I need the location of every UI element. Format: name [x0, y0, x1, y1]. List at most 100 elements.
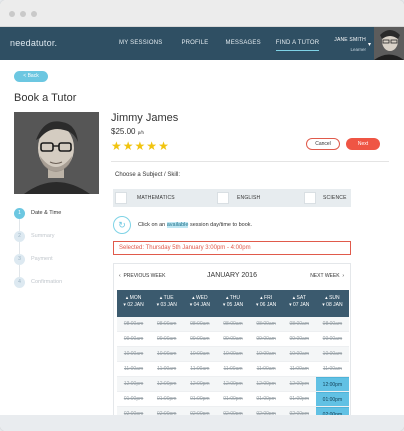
unavailable-time-slot: 09:00am — [123, 336, 144, 342]
nav-link-find-a-tutor[interactable]: FIND A TUTOR — [275, 27, 320, 60]
next-week-button[interactable]: NEXT WEEK › — [310, 273, 344, 279]
next-button[interactable]: Next — [346, 138, 380, 150]
calendar-time-row: 11:00am 11:00am 11:00am 11:00am 11:00am 11:00… — [117, 362, 349, 377]
star-icon: ★ — [158, 139, 169, 153]
nav-link-my-sessions[interactable]: MY SESSIONS — [119, 27, 162, 60]
nav-links: MY SESSIONS PROFILE MESSAGES FIND A TUTO… — [112, 27, 319, 60]
available-time-slot[interactable]: 01:00pm — [315, 392, 349, 406]
chevron-down-icon[interactable]: ▾ — [368, 41, 371, 48]
star-icon: ★ — [111, 139, 122, 153]
calendar-day-header: ▴ THU ▾ 05 JAN — [216, 290, 249, 317]
unavailable-time-slot: 12:00pm — [223, 381, 243, 387]
unavailable-time-slot: 12:00pm — [156, 381, 177, 387]
nav-link-messages[interactable]: MESSAGES — [226, 27, 261, 60]
calendar-day-name: ▴ SAT — [292, 295, 306, 301]
unavailable-time-slot: 09:00am — [289, 336, 309, 342]
selected-session: Selected: Thursday 5th January 3:00pm - … — [113, 241, 351, 255]
step-summary[interactable]: 2 Summary — [14, 231, 124, 243]
unavailable-time-slot: 08:00am — [156, 321, 177, 327]
next-week-label: NEXT WEEK — [310, 273, 340, 279]
step-connector — [19, 265, 20, 277]
session-calendar: ‹ PREVIOUS WEEK JANUARY 2016 NEXT WEEK ›… — [113, 263, 351, 423]
back-button[interactable]: < Back — [14, 71, 48, 82]
unavailable-time-slot: 11:00am — [289, 366, 309, 372]
unavailable-time-slot: 08:00am — [289, 321, 309, 327]
booking-hint: Click on an available session day/time t… — [138, 222, 252, 228]
star-icon: ★ — [122, 139, 134, 153]
calendar-day-name: ▴ FRI — [260, 295, 273, 301]
unavailable-time-slot: 12:00pm — [256, 381, 276, 387]
top-navigation: needatutor. MY SESSIONS PROFILE MESSAGES… — [0, 27, 404, 60]
browser-window: needatutor. MY SESSIONS PROFILE MESSAGES… — [0, 0, 404, 431]
available-time-slot[interactable]: 12:00pm — [315, 377, 349, 391]
unavailable-time-slot: 01:00pm — [156, 396, 177, 402]
unavailable-time-slot: 11:00am — [157, 366, 177, 372]
divider — [111, 161, 389, 162]
step-label: Payment — [31, 256, 53, 262]
unavailable-time-slot: 01:00pm — [289, 396, 309, 402]
user-menu[interactable]: JANE SMITH Learner — [334, 37, 366, 52]
step-number: 3 — [14, 254, 25, 265]
calendar-time-row: 08:00am 08:00am 08:00am 08:00am 08:00am 08:00… — [117, 317, 349, 332]
unavailable-time-slot: 11:00am — [322, 366, 342, 372]
calendar-slots: 08:00am 08:00am 08:00am 08:00am 08:00am 08:00… — [117, 317, 349, 422]
user-role: Learner — [350, 47, 366, 52]
step-date-time[interactable]: 1 Date & Time — [14, 208, 124, 220]
unavailable-time-slot: 10:00am — [190, 351, 210, 357]
nav-link-profile[interactable]: PROFILE — [181, 27, 208, 60]
window-maximize-dot[interactable] — [31, 11, 37, 17]
calendar-day-name: ▴ MON — [125, 295, 142, 301]
unavailable-time-slot: 01:00pm — [223, 396, 243, 402]
calendar-day-header: ▴ SUN ▾ 08 JAN — [316, 290, 349, 317]
tutor-name: Jimmy James — [111, 112, 179, 124]
step-connector — [19, 219, 20, 231]
unavailable-time-slot: 09:00am — [322, 336, 343, 342]
unavailable-time-slot: 09:00am — [223, 336, 243, 342]
calendar-days: ▴ MON ▾ 02 JAN ▴ TUE ▾ 03 JAN ▴ WED ▾ 04 JAN ▴… — [117, 290, 349, 317]
subject-checkbox[interactable] — [115, 192, 127, 204]
calendar-time-row: 12:00pm 12:00pm 12:00pm 12:00pm 12:00pm 12:00… — [117, 377, 349, 392]
subject-label: SCIENCE — [323, 195, 347, 201]
step-confirmation[interactable]: 4 Confirmation — [14, 277, 124, 289]
calendar-header: ‹ PREVIOUS WEEK JANUARY 2016 NEXT WEEK › — [114, 264, 350, 288]
calendar-day-date: ▾ 02 JAN — [123, 302, 144, 308]
tutor-rating: ★ ★ ★ ★ ★ — [111, 140, 169, 152]
calendar-day-date: ▾ 05 JAN — [222, 302, 244, 308]
brand-logo[interactable]: needatutor. — [10, 38, 57, 48]
calendar-day-name: ▴ WED — [192, 295, 208, 301]
unavailable-time-slot: 01:00pm — [190, 396, 210, 402]
window-chrome — [0, 0, 404, 27]
unavailable-time-slot: 10:00am — [322, 351, 343, 357]
step-number: 4 — [14, 277, 25, 288]
user-name: JANE SMITH — [334, 37, 366, 43]
unavailable-time-slot: 12:00pm — [123, 381, 144, 387]
subject-option-english[interactable]: ENGLISH — [217, 192, 287, 204]
calendar-day-name: ▴ TUE — [159, 295, 174, 301]
subject-label: ENGLISH — [237, 195, 261, 201]
unavailable-time-slot: 08:00am — [223, 321, 243, 327]
calendar-time-row: 01:00pm 01:00pm 01:00pm 01:00pm 01:00pm 01:00… — [117, 392, 349, 407]
unavailable-time-slot: 10:00am — [256, 351, 276, 357]
tutor-price-value: $25.00 — [111, 127, 136, 136]
step-number: 2 — [14, 231, 25, 242]
unavailable-time-slot: 08:00am — [123, 321, 144, 327]
subject-option-science[interactable]: SCIENCE — [304, 192, 350, 204]
calendar-day-header: ▴ TUE ▾ 03 JAN — [150, 290, 183, 317]
subject-selector: MATHEMATICS ENGLISH SCIENCE — [113, 189, 351, 207]
step-payment[interactable]: 3 Payment — [14, 254, 124, 266]
unavailable-time-slot: 11:00am — [190, 366, 210, 372]
subject-option-mathematics[interactable]: MATHEMATICS — [115, 192, 195, 204]
step-connector — [19, 242, 20, 254]
cancel-button[interactable]: Cancel — [306, 138, 340, 150]
subject-checkbox[interactable] — [304, 192, 316, 204]
user-avatar[interactable] — [374, 27, 404, 60]
calendar-day-name: ▴ THU — [225, 295, 241, 301]
tutor-photo-image — [14, 112, 99, 194]
calendar-day-header: ▴ FRI ▾ 06 JAN — [250, 290, 283, 317]
calendar-time-row: 09:00am 09:00am 09:00am 09:00am 09:00am 09:00… — [117, 332, 349, 347]
window-minimize-dot[interactable] — [20, 11, 26, 17]
subject-checkbox[interactable] — [217, 192, 229, 204]
window-close-dot[interactable] — [9, 11, 15, 17]
hint-text: session day/time to book. — [188, 222, 253, 228]
unavailable-time-slot: 08:00am — [322, 321, 343, 327]
